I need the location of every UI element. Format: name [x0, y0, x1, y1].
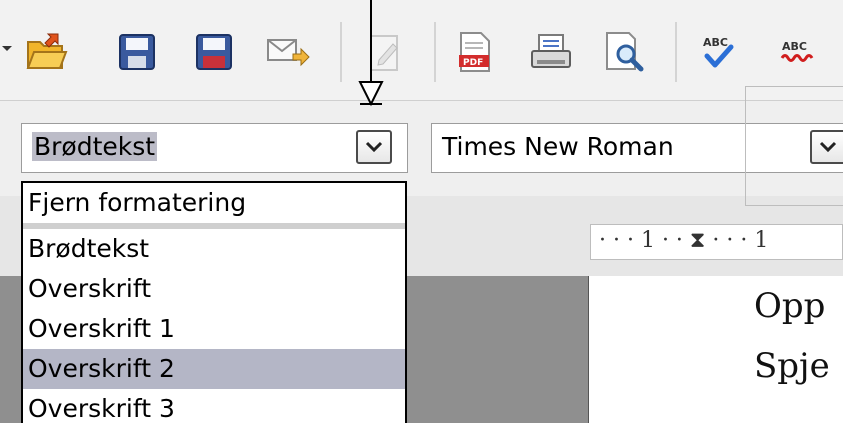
print-preview-button[interactable]: [598, 26, 650, 78]
paragraph-style-dropdown-list: Fjern formatering Brødtekst Overskrift O…: [21, 181, 407, 423]
save-as-button[interactable]: [188, 26, 240, 78]
print-button[interactable]: [525, 26, 577, 78]
save-button[interactable]: [111, 26, 163, 78]
style-option[interactable]: Overskrift: [23, 269, 405, 309]
mouse-pointer-icon: [358, 0, 384, 107]
print-icon: [531, 34, 571, 68]
spellcheck-icon: ABC: [703, 36, 734, 68]
svg-text:ABC: ABC: [782, 40, 807, 53]
paragraph-style-value: Brødtekst: [32, 132, 158, 161]
paragraph-style-dropdown-button[interactable]: [356, 130, 392, 164]
toolbar-overflow-arrow-icon[interactable]: [2, 46, 12, 51]
print-preview-icon: [606, 32, 644, 72]
toolbar-separator: [675, 22, 677, 82]
style-option[interactable]: Overskrift 3: [23, 389, 405, 423]
toolbar-separator: [340, 22, 342, 82]
save-as-icon: [196, 34, 232, 70]
document-text-line[interactable]: Opp: [754, 286, 825, 326]
open-folder-icon: [26, 33, 68, 69]
toolbar-separator: [434, 22, 436, 82]
spellcheck-button[interactable]: ABC: [693, 26, 745, 78]
svg-text:PDF: PDF: [463, 58, 483, 68]
font-name-value: Times New Roman: [442, 132, 674, 161]
email-button[interactable]: [262, 26, 314, 78]
chevron-down-icon: [365, 141, 383, 153]
horizontal-ruler[interactable]: · · · 1 · · ⧗ · · · 1: [590, 224, 843, 260]
text-boundary: [745, 86, 843, 206]
style-option-selected[interactable]: Overskrift 2: [23, 349, 405, 389]
document-text-line[interactable]: Spje: [754, 346, 830, 386]
email-document-icon: [267, 39, 310, 67]
export-pdf-button[interactable]: PDF: [449, 26, 501, 78]
export-pdf-icon: PDF: [459, 32, 490, 72]
save-icon: [119, 34, 155, 70]
style-option[interactable]: Fjern formatering: [23, 183, 405, 223]
autospellcheck-button[interactable]: ABC: [772, 26, 824, 78]
standard-toolbar: PDF ABC ABC: [0, 0, 843, 101]
autospellcheck-icon: ABC: [780, 40, 814, 62]
style-option[interactable]: Overskrift 1: [23, 309, 405, 349]
paragraph-style-select[interactable]: Brødtekst: [21, 123, 408, 173]
open-button[interactable]: [20, 26, 72, 78]
svg-text:ABC: ABC: [703, 36, 728, 49]
style-option[interactable]: Brødtekst: [23, 229, 405, 269]
